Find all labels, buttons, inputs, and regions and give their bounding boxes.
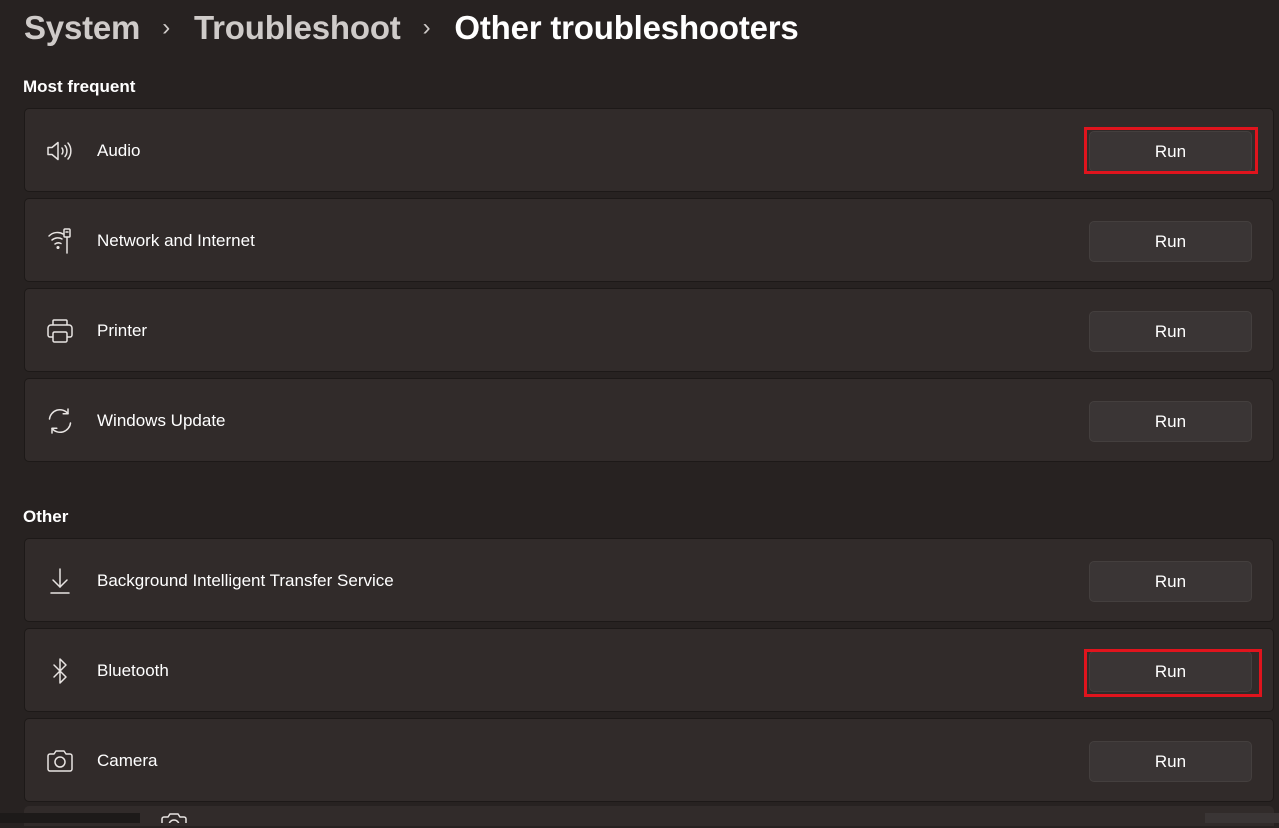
troubleshooter-printer: Printer Run [24,288,1274,372]
camera-icon [160,810,188,828]
run-bits-button[interactable]: Run [1089,561,1252,602]
troubleshooter-label: Background Intelligent Transfer Service [97,571,394,590]
run-audio-button[interactable]: Run [1089,131,1252,172]
chevron-right-icon: › [422,14,431,41]
next-troubleshooter-partial [24,806,1274,826]
taskbar-partial-right [1205,813,1279,823]
camera-icon [45,746,75,776]
troubleshooter-windows-update: Windows Update Run [24,378,1274,462]
troubleshooter-network: Network and Internet Run [24,198,1274,282]
download-icon [45,566,75,596]
troubleshooter-bluetooth: Bluetooth Run [24,628,1274,712]
breadcrumb-system[interactable]: System [24,9,140,47]
section-title-other: Other [23,507,69,526]
run-bluetooth-button[interactable]: Run [1089,651,1252,692]
speaker-icon [45,136,75,166]
section-title-most-frequent: Most frequent [23,77,136,96]
troubleshooter-label: Bluetooth [97,661,169,680]
run-printer-button[interactable]: Run [1089,311,1252,352]
run-windows-update-button[interactable]: Run [1089,401,1252,442]
taskbar-partial [0,813,140,823]
bluetooth-icon [45,656,75,686]
network-icon [45,226,75,256]
breadcrumb: System › Troubleshoot › Other troublesho… [24,6,799,50]
run-camera-button[interactable]: Run [1089,741,1252,782]
update-icon [45,406,75,436]
chevron-right-icon: › [162,14,170,41]
troubleshooter-label: Audio [97,141,141,160]
page-title: Other troubleshooters [454,9,799,46]
troubleshooter-audio: Audio Run [24,108,1274,192]
troubleshooter-label: Network and Internet [97,231,255,250]
troubleshooter-label: Printer [97,321,148,340]
troubleshooter-label: Windows Update [97,411,226,430]
troubleshooter-label: Camera [97,751,158,770]
troubleshooter-camera: Camera Run [24,718,1274,802]
troubleshooter-bits: Background Intelligent Transfer Service … [24,538,1274,622]
printer-icon [45,316,75,346]
breadcrumb-troubleshoot[interactable]: Troubleshoot [194,9,401,47]
run-network-button[interactable]: Run [1089,221,1252,262]
